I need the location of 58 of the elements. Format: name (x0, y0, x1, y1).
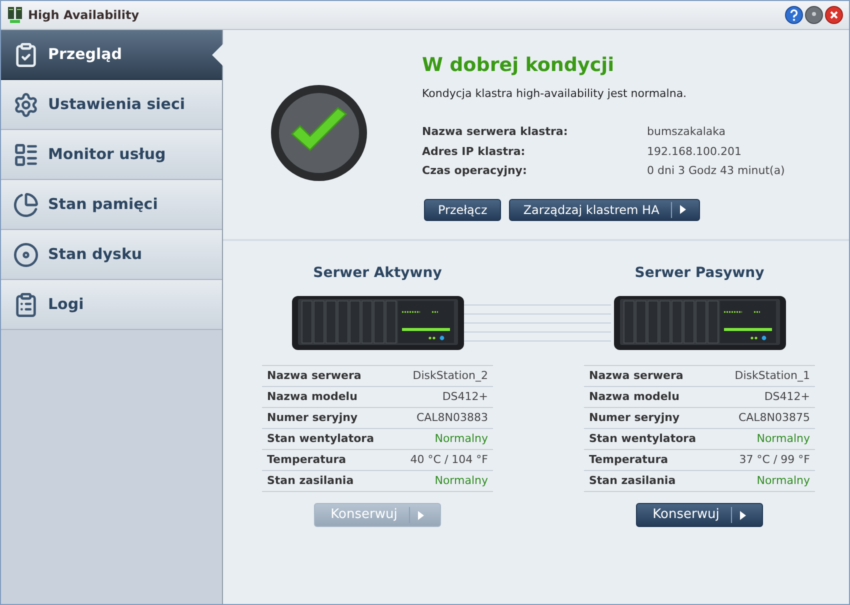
row-label: Temperatura (589, 452, 668, 468)
sidebar-item[interactable]: Przegląd (1, 30, 222, 80)
status-value: Normalny (434, 472, 488, 489)
row-value: DS412+ (442, 388, 488, 405)
row-value: 40 °C / 104 °F (410, 452, 488, 468)
server-title: Serwer Pasywny (634, 264, 764, 283)
row-value: 37 °C / 99 °F (739, 452, 810, 468)
status-value: Normalny (756, 430, 810, 447)
caret-icon (680, 205, 686, 214)
row-label: Stan zasilania (589, 472, 676, 489)
row-label: Temperatura (267, 452, 346, 468)
pointer-icon (212, 44, 223, 66)
field-value: bumszakalaka (647, 124, 726, 140)
field-label: Nazwa serwera klastra: (422, 124, 569, 140)
close-icon[interactable] (825, 6, 843, 24)
caret-icon (740, 510, 746, 520)
minimize-icon[interactable] (805, 6, 823, 24)
row-label: Nazwa serwera (589, 368, 684, 384)
row-label: Numer seryjny (267, 410, 358, 426)
status-title: W dobrej kondycji (422, 53, 616, 78)
pie-chart-icon (13, 192, 39, 218)
row-value: DiskStation_1 (734, 368, 810, 384)
sidebar-item[interactable]: Ustawienia sieci (1, 80, 222, 130)
row-value: DS412+ (764, 388, 810, 405)
row-label: Nazwa serwera (267, 368, 362, 384)
server-title: Serwer Aktywny (313, 264, 442, 283)
app-icon (7, 6, 23, 24)
caret-icon (418, 510, 424, 520)
manage-cluster-button[interactable]: Zarządzaj klastrem HA (509, 198, 700, 220)
window-title: High Availability (28, 7, 140, 24)
sidebar-item[interactable]: Monitor usług (1, 130, 222, 180)
row-label: Stan wentylatora (589, 430, 696, 447)
row-label: Numer seryjny (589, 410, 680, 426)
field-value: 0 dni 3 Godz 43 minut(a) (647, 163, 785, 179)
row-value: CAL8N03883 (416, 410, 488, 426)
field-label: Czas operacyjny: (422, 163, 528, 179)
clipboard-icon (13, 292, 39, 318)
field-label: Adres IP klastra: (422, 144, 526, 160)
status-value: Normalny (434, 430, 488, 447)
clipboard-check-icon (13, 42, 39, 68)
list-icon (13, 142, 39, 168)
status-value: Normalny (756, 472, 810, 489)
field-value: 192.168.100.201 (647, 144, 742, 160)
row-label: Nazwa modelu (267, 388, 358, 405)
disc-icon (13, 242, 39, 268)
row-label: Stan wentylatora (267, 430, 374, 447)
row-label: Stan zasilania (267, 472, 354, 489)
row-value: DiskStation_2 (412, 368, 488, 384)
sidebar-item[interactable]: Stan dysku (1, 230, 222, 280)
sidebar-item[interactable]: Logi (1, 280, 222, 330)
status-description: Kondycja klastra high-availability jest normalna. (422, 86, 688, 102)
row-label: Nazwa modelu (589, 388, 680, 405)
maintain-button[interactable]: Konserwuj (636, 503, 764, 527)
gear-icon (13, 92, 39, 118)
sidebar-item[interactable]: Stan pamięci (1, 180, 222, 230)
row-value: CAL8N03875 (738, 410, 810, 426)
switch-button[interactable]: Przełącz (424, 198, 502, 220)
help-icon[interactable] (785, 6, 803, 24)
